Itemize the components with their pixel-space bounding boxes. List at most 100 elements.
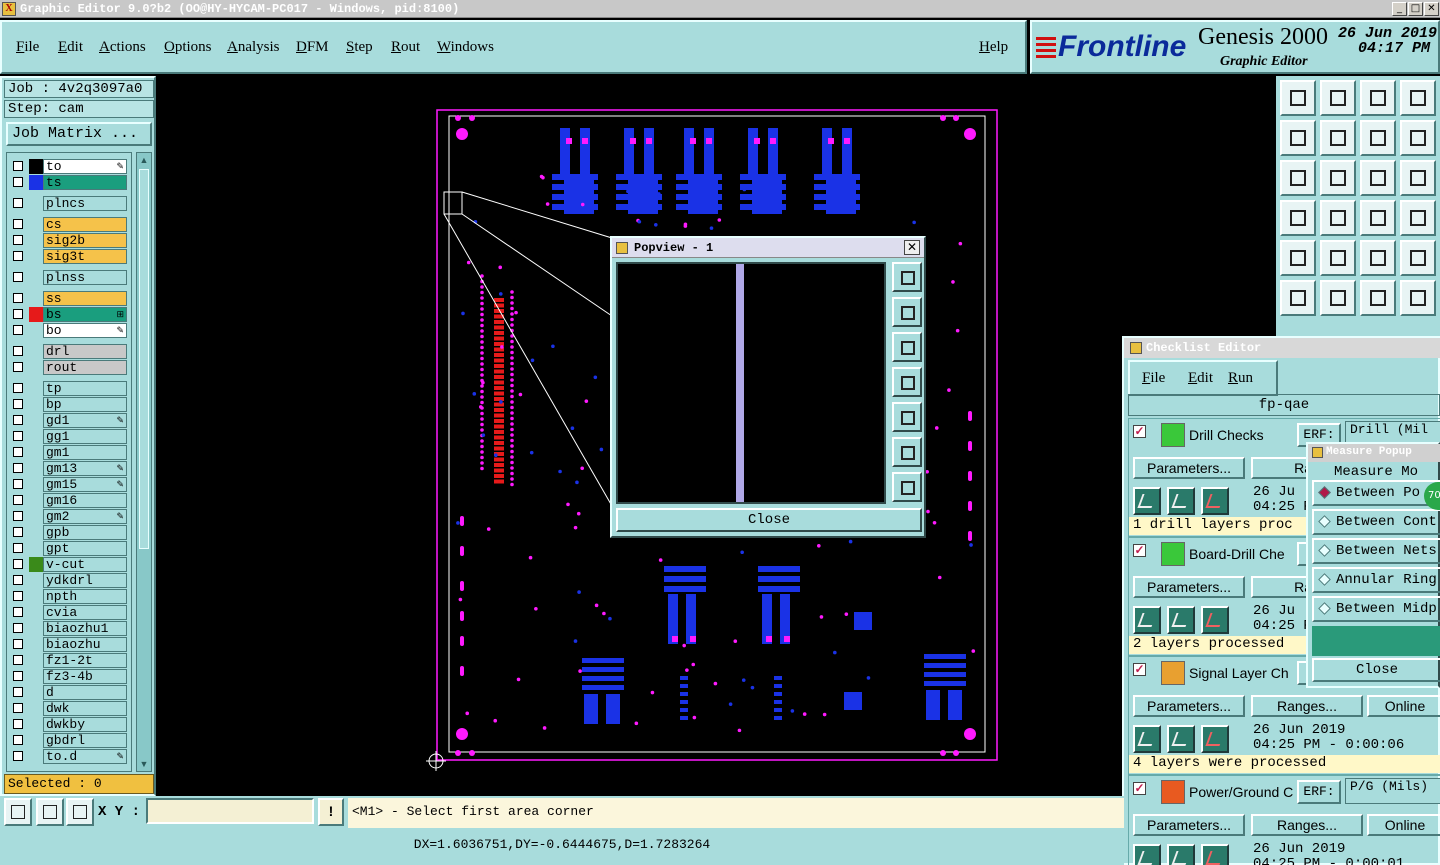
erf-button[interactable]: ERF: xyxy=(1297,780,1341,804)
layer-row-gg1[interactable]: gg1 xyxy=(9,429,129,444)
stop-check-icon[interactable] xyxy=(1201,606,1229,634)
layer-row-dwk[interactable]: dwk xyxy=(9,701,129,716)
layer-name[interactable]: d xyxy=(43,685,127,700)
layer-row-v-cut[interactable]: v-cut xyxy=(9,557,129,572)
layer-row-plncs[interactable]: plncs xyxy=(9,196,129,211)
check-enabled-checkbox[interactable]: ✓ xyxy=(1133,544,1146,557)
snap-icon[interactable] xyxy=(4,798,32,826)
parameters-button[interactable]: Parameters... xyxy=(1133,814,1245,836)
scrollbar-thumb[interactable] xyxy=(139,169,149,549)
zoom-1-1-icon[interactable] xyxy=(1360,160,1396,196)
layer-color-swatch[interactable] xyxy=(29,360,43,375)
layer-color-swatch[interactable] xyxy=(29,733,43,748)
stop-check-icon[interactable] xyxy=(1201,725,1229,753)
layer-color-swatch[interactable] xyxy=(29,413,43,428)
grid-icon[interactable] xyxy=(66,798,94,826)
checklist-title-bar[interactable]: Checklist Editor xyxy=(1124,338,1440,358)
step-next-icon[interactable] xyxy=(1320,120,1356,156)
layer-color-swatch[interactable] xyxy=(29,589,43,604)
layer-name[interactable]: bs ⊞ xyxy=(43,307,127,322)
layer-row-gpb[interactable]: gpb xyxy=(9,525,129,540)
layer-name[interactable]: biaozhu xyxy=(43,637,127,652)
scroll-up-icon[interactable]: ▲ xyxy=(138,154,150,166)
layer-name[interactable]: plncs xyxy=(43,196,127,211)
save-icon[interactable] xyxy=(1320,80,1356,116)
layer-row-gm13[interactable]: gm13 ✎ xyxy=(9,461,129,476)
online-button[interactable]: Online xyxy=(1367,695,1440,717)
layer-checkbox[interactable] xyxy=(13,346,23,356)
xy-input[interactable] xyxy=(146,798,314,824)
layer-checkbox[interactable] xyxy=(13,559,23,569)
measure-option[interactable]: Between Midp xyxy=(1312,596,1440,622)
layer-row-bp[interactable]: bp xyxy=(9,397,129,412)
layer-checkbox[interactable] xyxy=(13,415,23,425)
popview-pan-left-icon[interactable] xyxy=(892,367,922,397)
menu-help[interactable]: Help xyxy=(979,39,1008,56)
run-check-icon[interactable] xyxy=(1133,844,1161,865)
layer-name[interactable]: gd1 ✎ xyxy=(43,413,127,428)
run-check-icon[interactable] xyxy=(1133,725,1161,753)
layer-row-gm16[interactable]: gm16 xyxy=(9,493,129,508)
layer-checkbox[interactable] xyxy=(13,383,23,393)
layer-row-gm2[interactable]: gm2 ✎ xyxy=(9,509,129,524)
measure-option[interactable]: Between Cont xyxy=(1312,509,1440,535)
measure-close-button[interactable]: Close xyxy=(1312,658,1440,682)
layer-name[interactable]: gg1 xyxy=(43,429,127,444)
layer-row-tp[interactable]: tp xyxy=(9,381,129,396)
layer-color-swatch[interactable] xyxy=(29,291,43,306)
fit-view-icon[interactable] xyxy=(1280,160,1316,196)
run-check-icon[interactable] xyxy=(1133,487,1161,515)
menu-analysis[interactable]: Analysis xyxy=(227,39,280,56)
layer-checkbox[interactable] xyxy=(13,751,23,761)
layer-color-swatch[interactable] xyxy=(29,307,43,322)
layer-checkbox[interactable] xyxy=(13,219,23,229)
layer-row-bs[interactable]: bs ⊞ xyxy=(9,307,129,322)
layer-name[interactable]: plnss xyxy=(43,270,127,285)
layer-color-swatch[interactable] xyxy=(29,249,43,264)
layer-row-rout[interactable]: rout xyxy=(9,360,129,375)
layer-checkbox[interactable] xyxy=(13,543,23,553)
layer-row-sig2b[interactable]: sig2b xyxy=(9,233,129,248)
checklist-menu-file[interactable]: File xyxy=(1142,370,1165,387)
layer-checkbox[interactable] xyxy=(13,309,23,319)
minimize-button[interactable]: _ xyxy=(1392,2,1407,16)
layer-row-cvia[interactable]: cvia xyxy=(9,605,129,620)
check-enabled-checkbox[interactable]: ✓ xyxy=(1133,663,1146,676)
layer-checkbox[interactable] xyxy=(13,325,23,335)
layer-row-gm15[interactable]: gm15 ✎ xyxy=(9,477,129,492)
layer-color-swatch[interactable] xyxy=(29,175,43,190)
layer-checkbox[interactable] xyxy=(13,161,23,171)
layer-name[interactable]: sig2b xyxy=(43,233,127,248)
measure-tool-icon[interactable] xyxy=(1320,200,1356,236)
checklist-menu-edit[interactable]: Edit xyxy=(1188,370,1213,387)
layer-name[interactable]: v-cut xyxy=(43,557,127,572)
layer-checkbox[interactable] xyxy=(13,591,23,601)
layer-row-gd1[interactable]: gd1 ✎ xyxy=(9,413,129,428)
layer-checkbox[interactable] xyxy=(13,177,23,187)
layer-checkbox[interactable] xyxy=(13,655,23,665)
erf-select[interactable]: P/G (Mils) xyxy=(1345,778,1440,804)
layer-color-swatch[interactable] xyxy=(29,493,43,508)
net-a-icon[interactable] xyxy=(1360,200,1396,236)
layer-name[interactable]: rout xyxy=(43,360,127,375)
layer-name[interactable]: ss xyxy=(43,291,127,306)
popview-zoom-out-icon[interactable] xyxy=(892,472,922,502)
maximize-button[interactable]: □ xyxy=(1408,2,1423,16)
measure-mode-icon[interactable] xyxy=(36,798,64,826)
layer-checkbox[interactable] xyxy=(13,293,23,303)
measure-option[interactable]: Between Nets xyxy=(1312,538,1440,564)
radio-icon[interactable] xyxy=(1318,515,1331,528)
menu-options[interactable]: Options xyxy=(164,39,212,56)
pad-tool-icon[interactable] xyxy=(1360,280,1396,316)
popview-canvas[interactable] xyxy=(616,262,886,504)
layer-checkbox[interactable] xyxy=(13,198,23,208)
popview-close-button[interactable]: Close xyxy=(616,508,922,532)
job-matrix-button[interactable]: Job Matrix ... xyxy=(6,122,152,146)
layer-color-swatch[interactable] xyxy=(29,749,43,764)
layer-name[interactable]: to ✎ xyxy=(43,159,127,174)
layer-checkbox[interactable] xyxy=(13,362,23,372)
layer-name[interactable]: fz1-2t xyxy=(43,653,127,668)
pointer-tool-icon[interactable] xyxy=(1280,240,1316,276)
layer-checkbox[interactable] xyxy=(13,511,23,521)
layer-row-to.d[interactable]: to.d ✎ xyxy=(9,749,129,764)
